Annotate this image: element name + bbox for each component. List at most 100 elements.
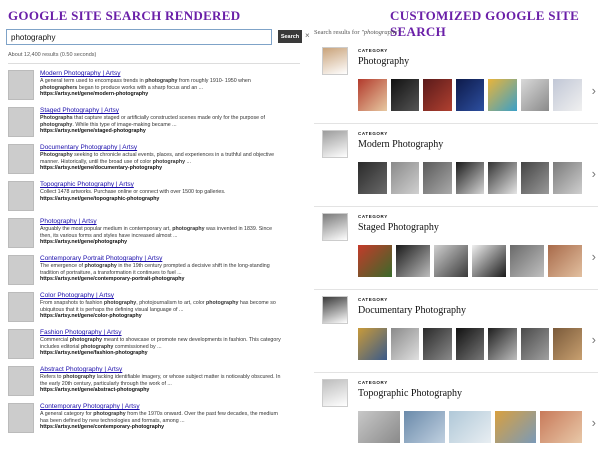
result-body: Contemporary Portrait Photography | Arts… (40, 255, 302, 283)
left-panel-title: GOOGLE SITE SEARCH RENDERED (8, 8, 241, 23)
artwork-thumbnail[interactable] (488, 79, 517, 111)
artwork-thumbnail[interactable] (358, 79, 387, 111)
category-name[interactable]: Photography (358, 56, 409, 67)
artwork-thumbnail[interactable] (472, 245, 506, 277)
artwork-thumbnail[interactable] (520, 79, 550, 111)
result-url: https://artsy.net/gene/photography (40, 239, 128, 246)
artwork-thumbnail[interactable] (423, 79, 452, 111)
result-thumbnail[interactable] (8, 181, 34, 211)
chevron-right-icon[interactable]: › (592, 332, 596, 347)
artwork-thumbnail[interactable] (390, 328, 420, 360)
artwork-thumbnail[interactable] (390, 162, 420, 194)
category-card: CATEGORY Documentary Photography › (314, 290, 598, 373)
artwork-thumbnail[interactable] (520, 328, 550, 360)
artwork-thumbnail[interactable] (488, 328, 517, 360)
artwork-thumbnail[interactable] (390, 79, 420, 111)
result-thumbnail[interactable] (8, 329, 34, 359)
result-thumbnail[interactable] (8, 70, 34, 100)
result-snippet: A general category for photography from … (40, 411, 278, 417)
category-thumbnail[interactable] (322, 47, 348, 75)
artwork-thumbnail[interactable] (553, 328, 582, 360)
artwork-thumbnail[interactable] (358, 411, 400, 443)
search-bar: Search × (6, 29, 310, 45)
category-card: CATEGORY Staged Photography › (314, 207, 598, 290)
result-url: https://artsy.net/gene/color-photography (40, 313, 142, 320)
result-snippet: A general term used to encompass trends … (40, 78, 251, 84)
result-title-link[interactable]: Staged Photography | Artsy (40, 107, 302, 115)
category-name[interactable]: Topographic Photography (358, 388, 462, 399)
result-title-link[interactable]: Contemporary Photography | Artsy (40, 403, 302, 411)
chevron-right-icon[interactable]: › (592, 83, 596, 98)
search-input[interactable] (6, 29, 272, 45)
category-card: CATEGORY Photography › (314, 45, 598, 124)
divider (8, 63, 300, 64)
category-image-row (358, 245, 582, 277)
result-url: https://artsy.net/gene/documentary-photo… (40, 165, 163, 172)
clear-search-icon[interactable]: × (305, 31, 310, 40)
category-name[interactable]: Documentary Photography (358, 305, 466, 316)
artwork-thumbnail[interactable] (540, 411, 582, 443)
category-thumbnail[interactable] (322, 213, 348, 241)
result-snippet: Arguably the most popular medium in cont… (40, 226, 273, 232)
artwork-thumbnail[interactable] (455, 162, 485, 194)
category-name[interactable]: Modern Photography (358, 139, 443, 150)
artwork-thumbnail[interactable] (510, 245, 544, 277)
result-title-link[interactable]: Fashion Photography | Artsy (40, 329, 302, 337)
artwork-thumbnail[interactable] (403, 411, 446, 443)
result-url: https://artsy.net/gene/topographic-photo… (40, 195, 160, 202)
result-item: Fashion Photography | Artsy Commercial ph… (8, 329, 300, 366)
artwork-thumbnail[interactable] (434, 245, 468, 277)
result-thumbnail[interactable] (8, 107, 34, 137)
result-item: Topographic Photography | Artsy Collect 1… (8, 181, 300, 218)
search-button[interactable]: Search (278, 30, 302, 43)
artwork-thumbnail[interactable] (553, 162, 582, 194)
artwork-thumbnail[interactable] (358, 245, 392, 277)
artwork-thumbnail[interactable] (358, 162, 387, 194)
category-card: CATEGORY Topographic Photography › (314, 373, 598, 450)
result-thumbnail[interactable] (8, 366, 34, 396)
result-snippet: The emergence of photography in the 19th… (40, 263, 270, 269)
artwork-thumbnail[interactable] (520, 162, 550, 194)
result-title-link[interactable]: Abstract Photography | Artsy (40, 366, 302, 374)
result-thumbnail[interactable] (8, 218, 34, 248)
result-item: Abstract Photography | Artsy Refers to ph… (8, 366, 300, 403)
result-count: About 12,400 results (0.50 seconds) (8, 52, 97, 58)
category-label: CATEGORY (358, 131, 388, 136)
result-title-link[interactable]: Modern Photography | Artsy (40, 70, 302, 78)
result-url: https://artsy.net/gene/contemporary-port… (40, 276, 185, 283)
category-thumbnail[interactable] (322, 130, 348, 158)
result-thumbnail[interactable] (8, 144, 34, 174)
artwork-thumbnail[interactable] (494, 411, 537, 443)
result-snippet: includes editorial photography commissio… (40, 343, 162, 350)
category-name[interactable]: Staged Photography (358, 222, 439, 233)
artwork-thumbnail[interactable] (396, 245, 430, 277)
chevron-right-icon[interactable]: › (592, 415, 596, 430)
result-snippet: tradition of portraiture, a transformati… (40, 269, 182, 276)
result-body: Contemporary Photography | Artsy A genera… (40, 403, 302, 431)
category-thumbnail[interactable] (322, 379, 348, 407)
result-title-link[interactable]: Documentary Photography | Artsy (40, 144, 302, 152)
artwork-thumbnail[interactable] (423, 328, 452, 360)
artwork-thumbnail[interactable] (488, 162, 517, 194)
category-thumbnail[interactable] (322, 296, 348, 324)
result-title-link[interactable]: Contemporary Portrait Photography | Arts… (40, 255, 302, 263)
result-title-link[interactable]: Photography | Artsy (40, 218, 302, 226)
artwork-thumbnail[interactable] (455, 328, 485, 360)
artwork-thumbnail[interactable] (423, 162, 452, 194)
result-url: https://artsy.net/gene/modern-photograph… (40, 91, 149, 98)
artwork-thumbnail[interactable] (553, 79, 582, 111)
artwork-thumbnail[interactable] (548, 245, 582, 277)
artwork-thumbnail[interactable] (449, 411, 491, 443)
results-list: Modern Photography | Artsy A general term… (8, 70, 300, 440)
artwork-thumbnail[interactable] (358, 328, 387, 360)
result-thumbnail[interactable] (8, 403, 34, 433)
result-thumbnail[interactable] (8, 255, 34, 285)
result-title-link[interactable]: Topographic Photography | Artsy (40, 181, 302, 189)
result-thumbnail[interactable] (8, 292, 34, 322)
result-body: Topographic Photography | Artsy Collect 1… (40, 181, 302, 202)
chevron-right-icon[interactable]: › (592, 166, 596, 181)
result-title-link[interactable]: Color Photography | Artsy (40, 292, 302, 300)
artwork-thumbnail[interactable] (455, 79, 485, 111)
chevron-right-icon[interactable]: › (592, 249, 596, 264)
result-body: Modern Photography | Artsy A general term… (40, 70, 302, 98)
